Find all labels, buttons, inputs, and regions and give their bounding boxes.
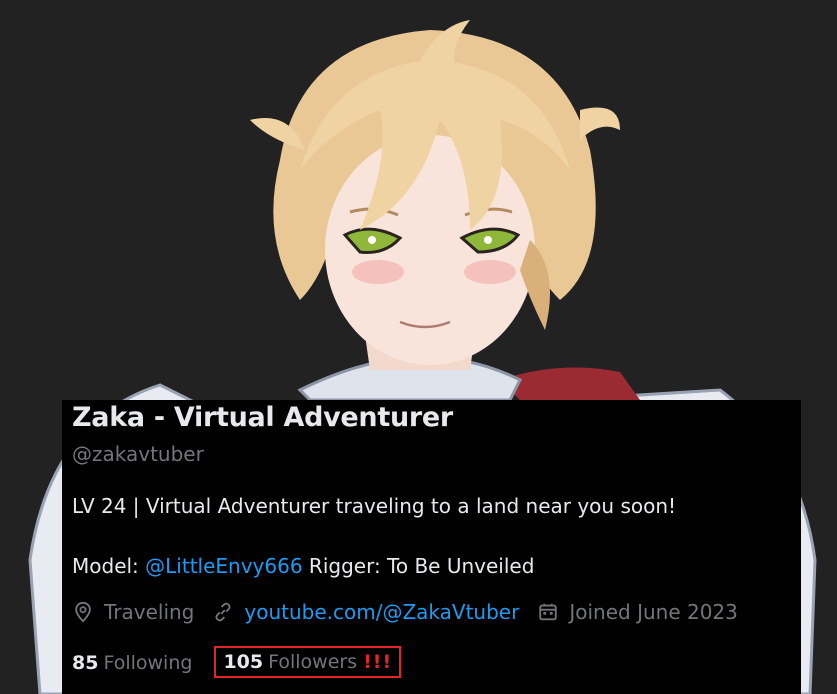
link-icon — [215, 602, 231, 622]
location-pin-icon — [75, 601, 91, 623]
website-link[interactable]: youtube.com/@ZakaVtuber — [244, 600, 519, 624]
model-mention-link[interactable]: @LittleEnvy666 — [145, 554, 302, 578]
following-count: 85 — [72, 652, 99, 674]
blush-left — [352, 260, 404, 284]
bio-line-2: Model: @LittleEnvy666 Rigger: To Be Unve… — [72, 554, 534, 578]
display-name: Zaka - Virtual Adventurer — [72, 402, 453, 433]
location-item: Traveling — [72, 600, 194, 624]
joined-item: Joined June 2023 — [537, 600, 738, 624]
bio-rigger-text: Rigger: To Be Unveiled — [302, 554, 535, 578]
followers-link[interactable]: 105 Followers !!! — [214, 646, 402, 678]
followers-annotation: !!! — [363, 651, 393, 673]
profile-card: Zaka - Virtual Adventurer @zakavtuber LV… — [62, 400, 801, 694]
following-label: Following — [103, 652, 193, 674]
handle: @zakavtuber — [72, 442, 204, 466]
follow-stats: 85 Following 105 Followers !!! — [72, 646, 402, 678]
red-cape — [500, 367, 640, 400]
website-item: youtube.com/@ZakaVtuber — [212, 600, 519, 624]
bio-line-1: LV 24 | Virtual Adventurer traveling to … — [72, 494, 677, 518]
joined-text: Joined June 2023 — [569, 600, 738, 624]
location-text: Traveling — [104, 600, 195, 624]
bio-model-prefix: Model: — [72, 554, 146, 578]
blush-right — [464, 260, 516, 284]
calendar-icon — [539, 603, 558, 621]
profile-meta-row: Traveling youtube.com/@ZakaVtuber Joined… — [72, 600, 756, 624]
followers-label: Followers — [268, 651, 358, 673]
following-link[interactable]: 85 Following — [72, 652, 192, 674]
followers-count: 105 — [223, 651, 264, 673]
